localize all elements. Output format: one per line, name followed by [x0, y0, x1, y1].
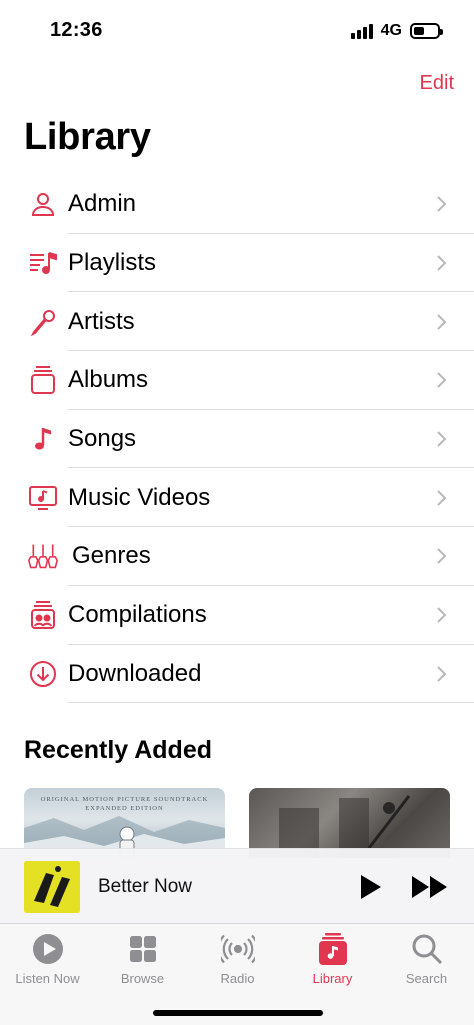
radio-waves-icon — [220, 934, 255, 964]
library-item-label: Playlists — [68, 249, 157, 277]
library-item-label: Compilations — [68, 601, 207, 629]
network-type: 4G — [380, 22, 402, 39]
library-item-label: Genres — [72, 542, 151, 570]
recently-added-title: Recently Added — [24, 736, 213, 764]
library-item-label: Songs — [68, 425, 137, 453]
person-icon — [28, 189, 58, 219]
tab-browse[interactable]: Browse — [95, 932, 190, 986]
microphone-icon — [28, 307, 58, 337]
library-music-icon — [318, 933, 347, 965]
tab-listen-now[interactable]: Listen Now — [0, 932, 95, 986]
library-item-label: Albums — [68, 366, 149, 394]
status-bar: 12:36 4G — [0, 0, 474, 62]
library-item-compilations[interactable]: Compilations — [0, 586, 474, 645]
chevron-right-icon — [437, 490, 447, 506]
battery-icon — [410, 23, 443, 39]
library-item-label: Downloaded — [68, 659, 202, 687]
playlist-icon — [28, 248, 58, 278]
library-item-genres[interactable]: Genres — [0, 527, 474, 586]
status-time: 12:36 — [50, 19, 103, 41]
page-title: Library — [24, 116, 151, 158]
play-icon[interactable] — [356, 873, 384, 901]
edit-button[interactable]: Edit — [420, 72, 454, 95]
tab-library[interactable]: Library — [285, 932, 380, 986]
library-item-playlists[interactable]: Playlists — [0, 234, 474, 293]
tab-label: Radio — [220, 971, 255, 986]
grid-icon — [129, 936, 156, 962]
chevron-right-icon — [437, 548, 447, 565]
chevron-right-icon — [437, 314, 447, 330]
tab-label: Search — [405, 971, 448, 986]
library-item-songs[interactable]: Songs — [0, 410, 474, 469]
tab-label: Listen Now — [15, 971, 80, 986]
library-item-admin[interactable]: Admin — [0, 175, 474, 234]
chevron-right-icon — [437, 255, 447, 271]
guitars-icon — [28, 541, 58, 571]
tab-radio[interactable]: Radio — [190, 932, 285, 986]
library-item-albums[interactable]: Albums — [0, 351, 474, 410]
chevron-right-icon — [437, 607, 447, 623]
separator — [68, 702, 474, 704]
status-indicators: 4G — [350, 22, 443, 40]
tab-label: Library — [312, 971, 353, 986]
compilation-icon — [28, 600, 58, 630]
music-note-icon — [28, 424, 58, 454]
home-indicator[interactable] — [153, 1010, 323, 1016]
tab-search[interactable]: Search — [379, 932, 474, 986]
library-item-music-videos[interactable]: Music Videos — [0, 468, 474, 528]
chevron-right-icon — [437, 431, 447, 447]
library-item-label: Music Videos — [68, 483, 211, 511]
now-playing-artwork — [24, 861, 80, 913]
library-item-label: Artists — [68, 307, 135, 335]
download-circle-icon — [28, 659, 58, 689]
mini-player[interactable]: Better Now — [0, 848, 474, 924]
now-playing-title: Better Now — [98, 876, 192, 897]
chevron-right-icon — [437, 666, 447, 682]
signal-icon — [350, 23, 373, 39]
library-item-downloaded[interactable]: Downloaded — [0, 645, 474, 704]
search-icon — [412, 934, 442, 965]
library-list: Admin Playlists Artists Albums Songs Mus… — [0, 175, 474, 704]
tv-music-icon — [28, 483, 58, 513]
library-item-label: Admin — [68, 190, 137, 218]
chevron-right-icon — [437, 196, 447, 213]
album-stack-icon — [28, 365, 58, 395]
chevron-right-icon — [437, 372, 447, 389]
tab-label: Browse — [120, 971, 165, 986]
fast-forward-icon[interactable] — [410, 873, 450, 901]
play-circle-icon — [32, 934, 63, 964]
library-item-artists[interactable]: Artists — [0, 292, 474, 352]
